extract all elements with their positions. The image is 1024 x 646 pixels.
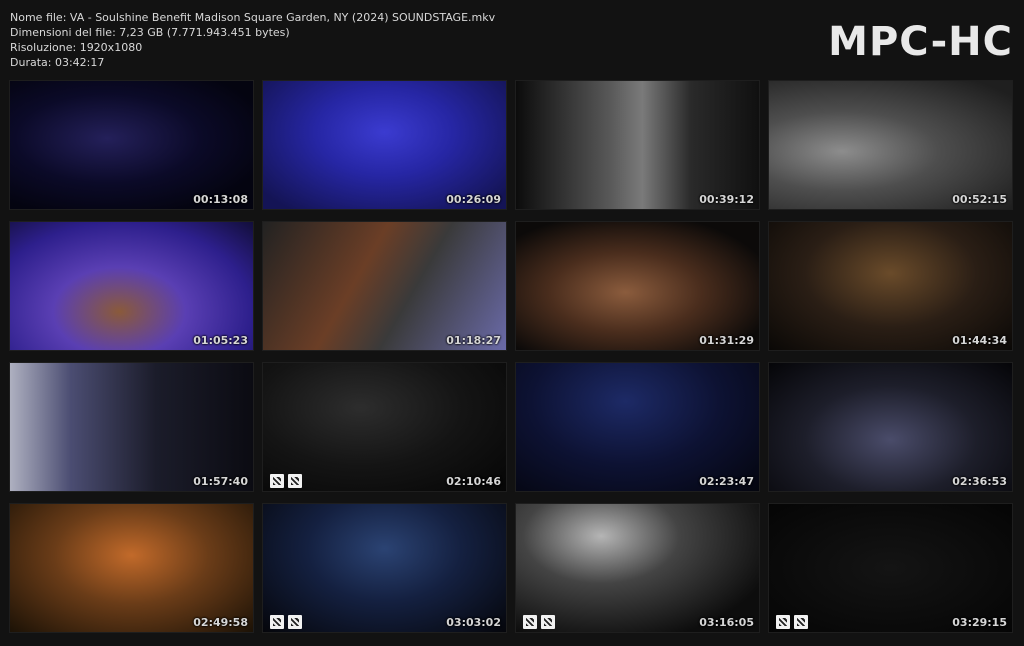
timestamp: 01:18:27	[446, 334, 501, 347]
video-frame	[769, 222, 1012, 350]
qr-badge-icon	[523, 615, 537, 629]
timestamp: 03:03:02	[446, 616, 501, 629]
video-frame	[10, 363, 253, 491]
timestamp: 00:13:08	[193, 193, 248, 206]
thumbnail[interactable]: 00:39:12	[516, 81, 759, 209]
timestamp: 01:44:34	[952, 334, 1007, 347]
thumbnail[interactable]: 01:05:23	[10, 222, 253, 350]
thumbnail[interactable]: 02:36:53	[769, 363, 1012, 491]
qr-badge-icon	[794, 615, 808, 629]
video-frame	[769, 504, 1012, 632]
qr-badge-icon	[288, 474, 302, 488]
thumbnail[interactable]: 01:44:34	[769, 222, 1012, 350]
video-frame	[516, 504, 759, 632]
video-frame	[516, 222, 759, 350]
thumbnail[interactable]: 00:52:15	[769, 81, 1012, 209]
thumbnail[interactable]: 01:57:40	[10, 363, 253, 491]
timestamp: 02:49:58	[193, 616, 248, 629]
video-frame	[10, 222, 253, 350]
thumbnail[interactable]: 03:29:15	[769, 504, 1012, 632]
thumbnail[interactable]: 02:49:58	[10, 504, 253, 632]
timestamp: 01:57:40	[193, 475, 248, 488]
video-frame	[263, 81, 506, 209]
video-frame	[516, 363, 759, 491]
video-frame	[516, 81, 759, 209]
timestamp: 02:10:46	[446, 475, 501, 488]
qr-badge-icon	[270, 474, 284, 488]
qr-badge-icon	[541, 615, 555, 629]
thumbnail[interactable]: 01:18:27	[263, 222, 506, 350]
timestamp: 01:31:29	[699, 334, 754, 347]
video-frame	[769, 81, 1012, 209]
video-frame	[10, 81, 253, 209]
thumbnail[interactable]: 00:26:09	[263, 81, 506, 209]
qr-badge-icon	[776, 615, 790, 629]
qr-badge-icon	[270, 615, 284, 629]
timestamp: 00:52:15	[952, 193, 1007, 206]
thumbnail[interactable]: 03:16:05	[516, 504, 759, 632]
thumbnail-grid: 00:13:08 00:26:09 00:39:12 00:52:15 01:0…	[0, 0, 1024, 646]
qr-badge-icon	[288, 615, 302, 629]
thumbnail[interactable]: 01:31:29	[516, 222, 759, 350]
timestamp: 03:29:15	[952, 616, 1007, 629]
video-frame	[263, 222, 506, 350]
timestamp: 02:36:53	[952, 475, 1007, 488]
timestamp: 00:26:09	[446, 193, 501, 206]
thumbnail[interactable]: 02:10:46	[263, 363, 506, 491]
timestamp: 02:23:47	[699, 475, 754, 488]
video-frame	[263, 363, 506, 491]
thumbnail[interactable]: 03:03:02	[263, 504, 506, 632]
timestamp: 03:16:05	[699, 616, 754, 629]
video-frame	[10, 504, 253, 632]
thumbnail[interactable]: 02:23:47	[516, 363, 759, 491]
video-frame	[263, 504, 506, 632]
video-frame	[769, 363, 1012, 491]
timestamp: 01:05:23	[193, 334, 248, 347]
thumbnail[interactable]: 00:13:08	[10, 81, 253, 209]
timestamp: 00:39:12	[699, 193, 754, 206]
